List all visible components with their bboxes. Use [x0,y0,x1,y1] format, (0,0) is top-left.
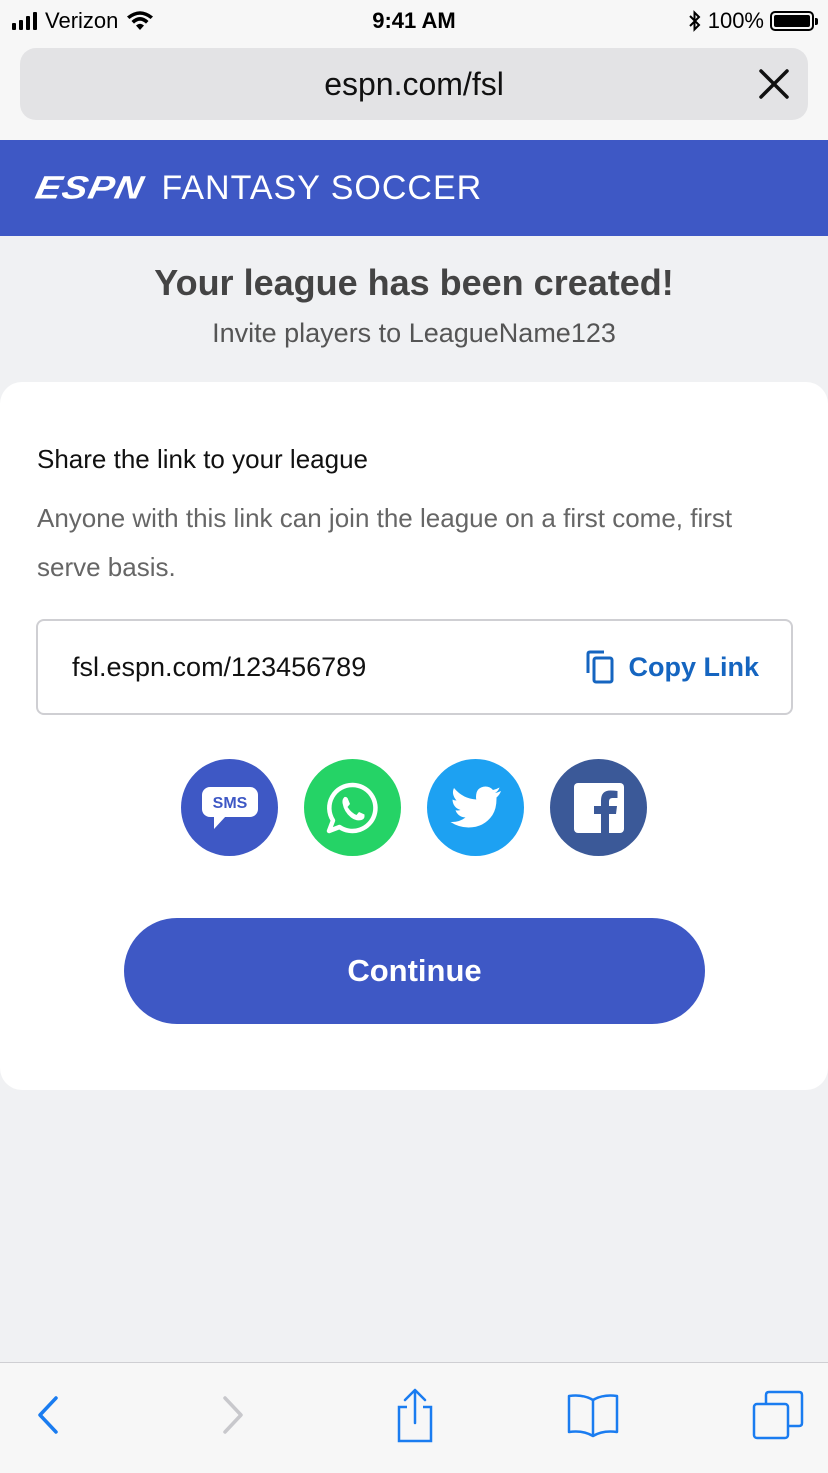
facebook-share-button[interactable] [550,759,647,856]
copy-icon [586,650,614,684]
battery-percent: 100% [707,8,764,33]
whatsapp-icon [326,782,378,833]
tabs-icon[interactable] [748,1385,808,1445]
page-title: Your league has been created! [154,262,674,303]
whatsapp-share-button[interactable] [304,759,401,856]
bluetooth-icon [689,10,701,32]
battery-fill [774,15,810,27]
facebook-icon [573,782,624,834]
forward-icon[interactable] [203,1385,263,1445]
share-icon[interactable] [385,1385,445,1445]
share-card: Share the link to your league Anyone wit… [0,382,828,1090]
status-bar: Verizon 9:41 AM 100% [0,0,828,42]
copy-link-label: Copy Link [628,651,759,682]
sms-icon: SMS [201,786,258,829]
league-link-text[interactable]: fsl.espn.com/123456789 [72,621,366,713]
share-description: Anyone with this link can join the leagu… [37,503,733,582]
battery-icon [770,11,818,31]
share-buttons: SMS [0,759,828,856]
sms-label: SMS [212,795,247,812]
league-link-field[interactable]: fsl.espn.com/123456789 Copy Link [36,619,793,715]
twitter-icon [450,786,501,827]
url-field[interactable]: espn.com/fsl [20,48,808,120]
browser-toolbar [0,1362,828,1473]
back-icon[interactable] [18,1385,78,1445]
copy-link-button[interactable]: Copy Link [584,621,759,713]
url-text[interactable]: espn.com/fsl [20,48,808,120]
twitter-share-button[interactable] [427,759,524,856]
status-right: 100% [688,6,818,36]
browser-top-bar: espn.com/fsl [0,42,828,141]
share-heading: Share the link to your league [37,444,368,474]
close-icon[interactable] [754,64,794,104]
continue-button[interactable]: Continue [124,918,705,1024]
header-title: FANTASY SOCCER [161,168,483,207]
page-subtitle: Invite players to LeagueName123 [212,318,616,348]
espn-logo: ESPN [32,169,148,206]
bookmarks-icon[interactable] [563,1385,623,1445]
sms-share-button[interactable]: SMS [181,759,278,856]
espn-header: ESPN FANTASY SOCCER [0,140,828,236]
